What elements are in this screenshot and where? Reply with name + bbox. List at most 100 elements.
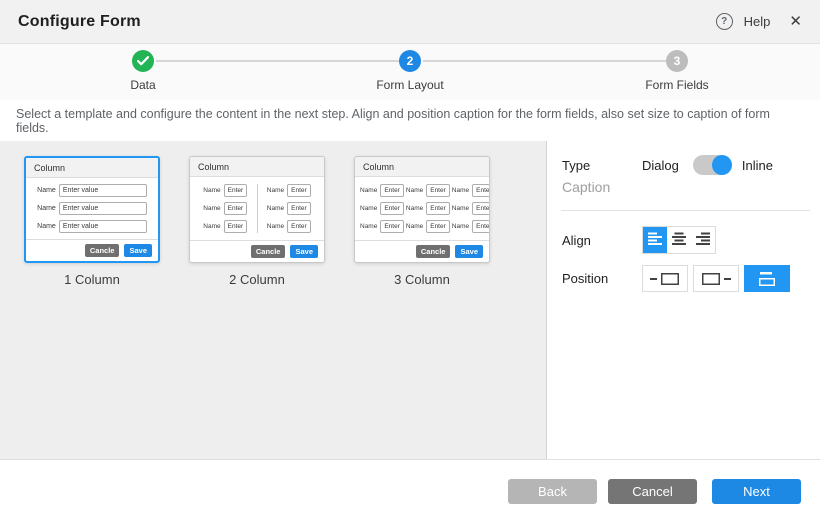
preview-field-input: Enter — [224, 202, 248, 215]
preview-body: NameEnterNameEnterNameEnterNameEnterName… — [355, 177, 489, 240]
preview-field-label: Name — [452, 205, 469, 212]
position-label: Position — [562, 271, 642, 286]
preview-field-input: Enter — [380, 184, 404, 197]
step-label: Form Layout — [376, 78, 443, 92]
preview-column: NameEnterNameEnterNameEnter — [195, 181, 256, 236]
preview-field-row: NameEnter — [452, 220, 490, 233]
stepper-step-data[interactable]: Data — [88, 50, 198, 92]
preview-field-label: Name — [203, 205, 220, 212]
preview-cancel-button: Cancle — [416, 245, 451, 258]
step-number: 2 — [399, 50, 421, 72]
preview-cancel-button: Cancle — [85, 244, 120, 257]
cancel-button[interactable]: Cancel — [608, 479, 697, 504]
template-card-2-column[interactable]: ColumnNameEnterNameEnterNameEnterNameEnt… — [189, 156, 325, 287]
description-text: Select a template and configure the cont… — [0, 100, 820, 141]
preview-field-label: Name — [360, 187, 377, 194]
align-left-icon — [648, 232, 663, 249]
preview-field-input: Enter — [380, 220, 404, 233]
preview-field-input: Enter — [472, 184, 490, 197]
preview-field-row: Name Enter — [203, 202, 247, 215]
preview-field-row: NameEnter — [406, 184, 450, 197]
step-check-icon — [132, 50, 154, 72]
preview-field-row: NameEnter — [267, 220, 311, 233]
template-card-label: 3 Column — [354, 272, 490, 287]
preview-title: Column — [26, 158, 158, 178]
align-right-icon — [696, 232, 711, 249]
preview-field-input: Enter — [287, 220, 311, 233]
preview-field-row: NameEnter — [360, 220, 404, 233]
preview-field-input: Enter — [287, 202, 311, 215]
next-button[interactable]: Next — [712, 479, 801, 504]
preview-column-divider — [257, 184, 258, 233]
position-button-group — [642, 265, 795, 292]
preview-field-label: Name — [203, 187, 220, 194]
preview-field-row: NameEnter — [406, 202, 450, 215]
type-label: Type — [562, 158, 642, 173]
preview-column: NameEnterNameEnterNameEnter — [452, 181, 490, 236]
footer-bar: Back Cancel Next — [0, 459, 820, 520]
close-icon[interactable]: ✕ — [789, 14, 802, 29]
stepper-step-form-fields[interactable]: 3Form Fields — [622, 50, 732, 92]
preview-column: NameEnter valueNameEnter valueNameEnter … — [31, 182, 153, 235]
preview-field-label: Name — [452, 187, 469, 194]
preview-field-row: NameEnter — [267, 184, 311, 197]
type-toggle[interactable] — [693, 155, 731, 175]
preview-field-input: Enter — [426, 184, 450, 197]
back-button[interactable]: Back — [508, 479, 597, 504]
preview-save-button: Save — [124, 244, 152, 257]
preview-field-label: Name — [452, 223, 469, 230]
preview-save-button: Save — [455, 245, 483, 258]
align-right-button[interactable] — [691, 227, 715, 253]
configure-form-dialog: Configure Form ? Help ✕ Data 2 Form Layout… — [0, 0, 820, 520]
step-number: 3 — [666, 50, 688, 72]
position-caption-left-button[interactable] — [642, 265, 688, 292]
position-caption-left-icon — [650, 272, 680, 286]
type-option-inline: Inline — [742, 158, 773, 173]
align-left-button[interactable] — [643, 227, 667, 253]
position-caption-top-button[interactable] — [744, 265, 790, 292]
preview-field-row: NameEnter value — [37, 202, 147, 215]
preview-field-label: Name — [37, 187, 56, 194]
position-row: Position — [562, 265, 795, 292]
help-icon[interactable]: ? — [716, 13, 733, 30]
template-card-3-column[interactable]: ColumnNameEnterNameEnterNameEnterNameEnt… — [354, 156, 490, 287]
align-label: Align — [562, 233, 642, 248]
preview-column: NameEnterNameEnterNameEnter — [360, 181, 404, 236]
preview-save-button: Save — [290, 245, 318, 258]
position-caption-top-icon — [752, 271, 782, 287]
preview-footer: Cancle Save — [355, 240, 489, 262]
page-title: Configure Form — [18, 13, 716, 31]
template-card-1-column[interactable]: ColumnNameEnter valueNameEnter valueName… — [24, 156, 160, 287]
align-button-group — [642, 226, 716, 254]
step-label: Data — [130, 78, 155, 92]
preview-field-input: Enter — [472, 202, 490, 215]
help-link[interactable]: Help — [744, 14, 771, 29]
preview-field-row: NameEnter — [360, 202, 404, 215]
template-preview: ColumnNameEnterNameEnterNameEnterNameEnt… — [354, 156, 490, 263]
preview-field-label: Name — [406, 223, 423, 230]
preview-field-input: Enter — [380, 202, 404, 215]
template-card-label: 2 Column — [189, 272, 325, 287]
stepper-step-form-layout[interactable]: 2 Form Layout — [355, 50, 465, 92]
preview-field-label: Name — [406, 205, 423, 212]
position-caption-right-button[interactable] — [693, 265, 739, 292]
preview-footer: CancleSave — [190, 240, 324, 262]
preview-field-input: Enter value — [59, 220, 147, 233]
preview-field-row: NameEnter — [452, 202, 490, 215]
preview-field-label: Name — [406, 187, 423, 194]
preview-field-row: NameEnter — [267, 202, 311, 215]
preview-field-input: Enter — [426, 220, 450, 233]
align-center-button[interactable] — [667, 227, 691, 253]
settings-panel: Type Dialog Inline Caption Align Positio… — [547, 141, 820, 459]
preview-field-label: Name — [37, 223, 56, 230]
preview-column: NameEnterNameEnterNameEnter — [406, 181, 450, 236]
stepper: Data 2 Form Layout 3Form Fields — [0, 44, 820, 101]
preview-field-label: Name — [360, 205, 377, 212]
type-option-dialog: Dialog — [642, 158, 679, 173]
title-bar: Configure Form ? Help ✕ — [0, 0, 820, 44]
preview-body: NameEnterNameEnterNameEnterNameEnterName… — [190, 177, 324, 240]
preview-field-label: Name — [267, 187, 284, 194]
preview-field-row: NameEnter value — [37, 184, 147, 197]
preview-field-input: Enter value — [59, 184, 147, 197]
preview-field-label: Name — [267, 205, 284, 212]
